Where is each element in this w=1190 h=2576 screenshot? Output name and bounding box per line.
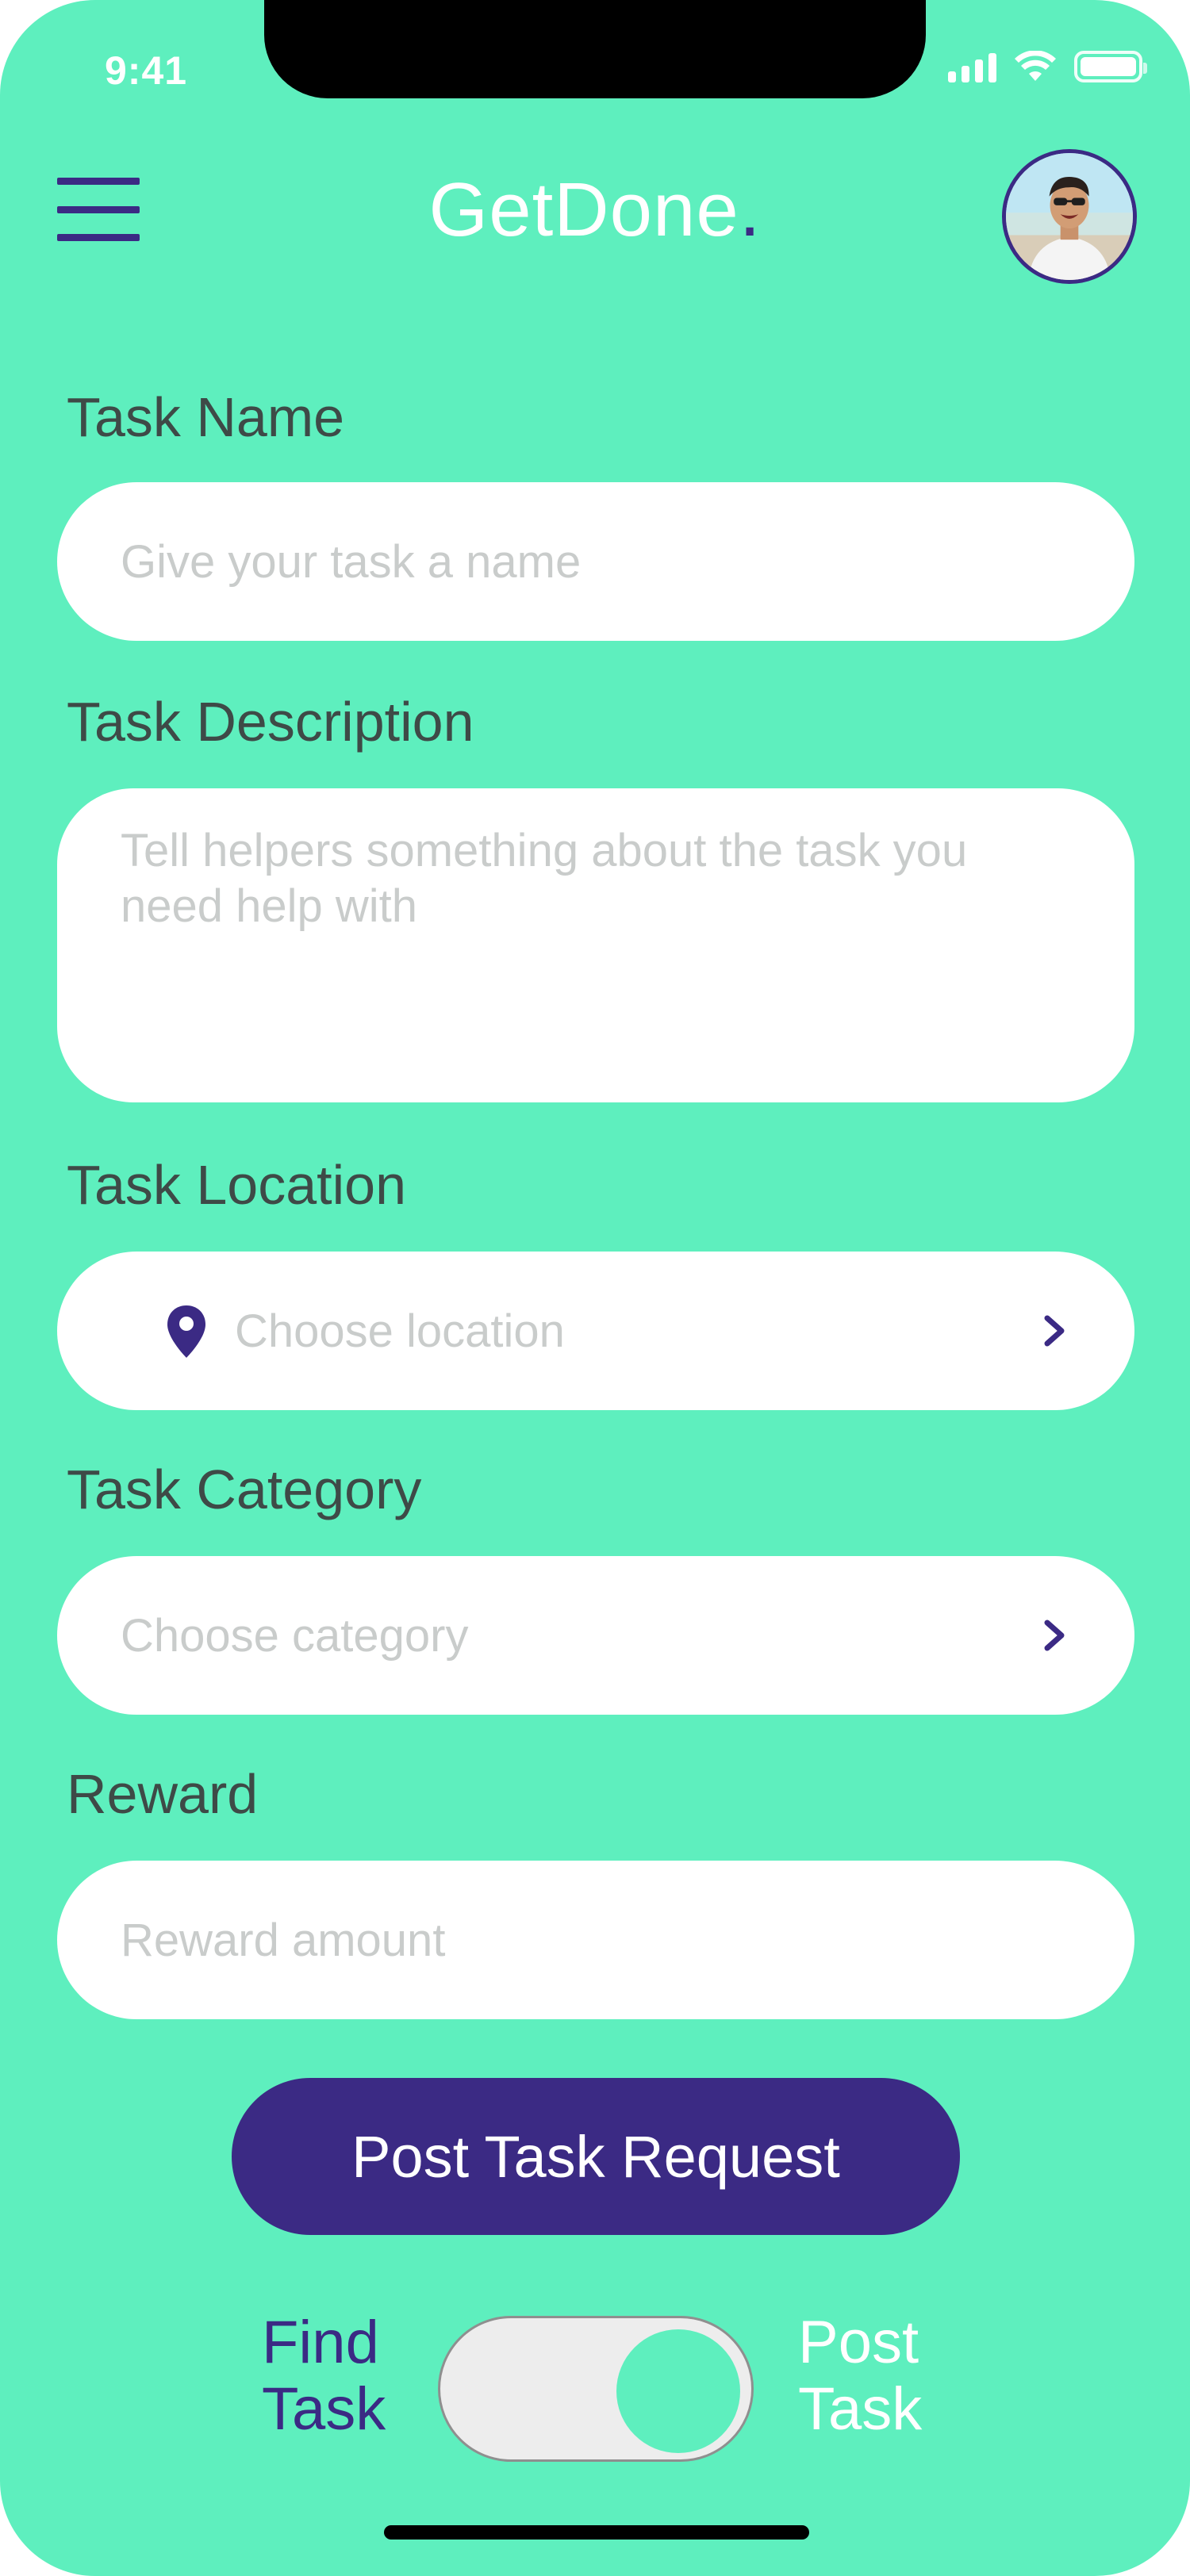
cellular-signal-icon	[948, 51, 996, 82]
task-location-select[interactable]: Choose location	[57, 1252, 1134, 1410]
task-category-select[interactable]: Choose category	[57, 1556, 1134, 1715]
task-name-label: Task Name	[67, 386, 345, 448]
chevron-right-icon	[1044, 1620, 1065, 1651]
task-description-label: Task Description	[67, 691, 474, 753]
device-notch	[264, 0, 926, 98]
post-task-request-button[interactable]: Post Task Request	[232, 2078, 960, 2235]
wifi-icon	[1015, 51, 1056, 81]
reward-placeholder: Reward amount	[121, 1914, 446, 1966]
task-description-input[interactable]: Tell helpers something about the task yo…	[57, 788, 1134, 1102]
post-task-label-line1: Post	[798, 2309, 919, 2376]
app-logo-dot: .	[739, 167, 762, 252]
task-location-label: Task Location	[67, 1154, 407, 1216]
status-icons	[948, 51, 1147, 82]
task-description-placeholder: Tell helpers something about the task yo…	[121, 825, 968, 932]
find-post-mode-toggle[interactable]	[438, 2316, 754, 2462]
battery-icon	[1074, 51, 1147, 82]
task-category-placeholder: Choose category	[121, 1609, 469, 1662]
reward-input[interactable]: Reward amount	[57, 1861, 1134, 2019]
post-task-label-line2: Task	[798, 2375, 923, 2443]
find-task-label[interactable]: Find Task	[262, 2310, 420, 2443]
task-name-placeholder: Give your task a name	[121, 535, 582, 588]
home-indicator[interactable]	[384, 2525, 809, 2540]
status-time: 9:41	[105, 48, 188, 93]
reward-label: Reward	[67, 1763, 259, 1825]
app-screen: 9:41 GetDone. Task Name Give your task a…	[0, 0, 1190, 2576]
user-avatar[interactable]	[1002, 149, 1137, 284]
location-pin-icon	[167, 1305, 205, 1358]
task-location-placeholder: Choose location	[235, 1305, 565, 1357]
app-name: GetDone	[428, 167, 739, 252]
find-task-label-line2: Task	[262, 2375, 386, 2443]
post-task-label[interactable]: Post Task	[798, 2310, 957, 2443]
toggle-knob[interactable]	[616, 2329, 740, 2453]
task-category-label: Task Category	[67, 1459, 422, 1520]
find-task-label-line1: Find	[262, 2309, 379, 2376]
task-name-input[interactable]: Give your task a name	[57, 482, 1134, 641]
chevron-right-icon	[1044, 1315, 1065, 1347]
